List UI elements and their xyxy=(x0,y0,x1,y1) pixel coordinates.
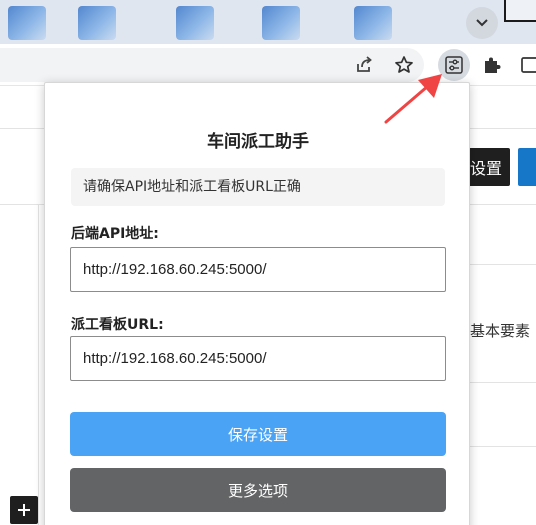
divider xyxy=(470,128,536,129)
blurred-thumbnail xyxy=(8,6,46,40)
api-address-input[interactable] xyxy=(70,247,446,292)
share-icon xyxy=(357,56,372,72)
red-arrow-annotation xyxy=(384,74,442,124)
background-settings-label: 设置 xyxy=(469,159,502,178)
browser-toolbar xyxy=(0,44,536,86)
save-settings-button[interactable]: 保存设置 xyxy=(70,412,446,456)
chevron-down-icon xyxy=(476,19,488,27)
divider xyxy=(470,264,536,265)
puzzle-icon xyxy=(485,57,501,73)
window-top-strip xyxy=(0,0,536,44)
plus-icon xyxy=(18,504,30,516)
window-frame xyxy=(504,0,536,22)
notice-banner: 请确保API地址和派工看板URL正确 xyxy=(71,168,445,206)
blurred-thumbnail xyxy=(176,6,214,40)
board-url-label: 派工看板URL: xyxy=(71,317,164,333)
divider xyxy=(0,128,44,129)
background-text: 基本要素 xyxy=(470,322,531,340)
board-url-input[interactable] xyxy=(70,336,446,381)
divider xyxy=(470,382,536,383)
popup-title: 车间派工助手 xyxy=(207,132,309,152)
blurred-thumbnail xyxy=(78,6,116,40)
blurred-thumbnail xyxy=(354,6,392,40)
extension-popup: 车间派工助手 请确保API地址和派工看板URL正确 后端API地址: 派工看板U… xyxy=(44,82,470,525)
side-panel-icon xyxy=(521,57,536,73)
divider xyxy=(470,446,536,447)
divider xyxy=(38,204,39,525)
divider xyxy=(470,204,536,205)
more-options-button[interactable]: 更多选项 xyxy=(70,468,446,512)
background-primary-button[interactable] xyxy=(518,148,536,186)
tab-search-button[interactable] xyxy=(466,7,498,39)
extensions-menu-button[interactable] xyxy=(478,51,506,79)
side-panel-button[interactable] xyxy=(516,51,536,79)
api-address-label: 后端API地址: xyxy=(71,226,159,242)
blurred-thumbnail xyxy=(262,6,300,40)
add-button[interactable] xyxy=(10,496,38,524)
share-button[interactable] xyxy=(350,51,378,79)
